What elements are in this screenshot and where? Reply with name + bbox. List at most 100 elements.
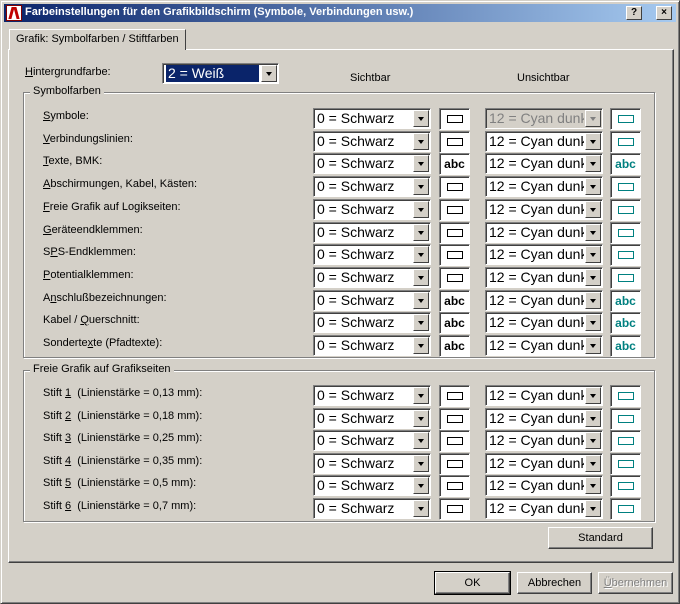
swatch-line-icon [618, 414, 634, 423]
chevron-down-icon[interactable] [413, 132, 429, 150]
chevron-down-icon[interactable] [585, 314, 601, 332]
chevron-down-icon[interactable] [413, 409, 429, 427]
invisible-color-select[interactable]: 12 = Cyan dunkel [485, 312, 603, 334]
row-label: Stift 1 (Linienstärke = 0,13 mm): [43, 387, 203, 399]
chevron-down-icon[interactable] [585, 223, 601, 241]
background-color-label: Hintergrundfarbe: [25, 66, 111, 78]
chevron-down-icon[interactable] [585, 337, 601, 354]
chevron-down-icon[interactable] [585, 291, 601, 309]
invisible-color-select[interactable]: 12 = Cyan dunkel [485, 244, 603, 266]
chevron-down-icon[interactable] [413, 337, 429, 354]
row-label: Freie Grafik auf Logikseiten: [43, 200, 181, 213]
swatch-line-icon [447, 228, 463, 237]
chevron-down-icon[interactable] [413, 110, 429, 127]
column-header-invisible: Unsichtbar [517, 72, 570, 84]
visible-color-select[interactable]: 0 = Schwarz [313, 312, 431, 334]
invisible-color-select[interactable]: 12 = Cyan dunkel [485, 335, 603, 356]
swatch-line-icon [447, 205, 463, 214]
visible-color-swatch: abc [439, 153, 470, 176]
visible-color-select[interactable]: 0 = Schwarz [313, 385, 431, 406]
visible-color-swatch [439, 452, 470, 475]
chevron-down-icon[interactable] [585, 454, 601, 472]
row-label: SPS-Endklemmen: [43, 246, 136, 259]
invisible-color-select[interactable]: 12 = Cyan dunkel [485, 108, 603, 129]
invisible-color-select[interactable]: 12 = Cyan dunkel [485, 475, 603, 497]
visible-color-swatch [439, 108, 470, 130]
chevron-down-icon[interactable] [413, 223, 429, 241]
chevron-down-icon[interactable] [585, 409, 601, 427]
title-bar[interactable]: Farbeinstellungen für den Grafikbildschi… [4, 4, 676, 22]
visible-color-select[interactable]: 0 = Schwarz [313, 244, 431, 266]
visible-color-select[interactable]: 0 = Schwarz [313, 475, 431, 497]
invisible-color-select[interactable]: 12 = Cyan dunkel [485, 289, 603, 311]
row-label: Verbindungslinien: [43, 132, 133, 145]
background-color-select[interactable]: 2 = Weiß [162, 63, 279, 84]
invisible-color-select[interactable]: 12 = Cyan dunkel [485, 130, 603, 152]
chevron-down-icon[interactable] [413, 432, 429, 450]
chevron-down-icon[interactable] [413, 477, 429, 495]
chevron-down-icon[interactable] [585, 178, 601, 196]
visible-color-select[interactable]: 0 = Schwarz [313, 266, 431, 288]
invisible-color-select[interactable]: 12 = Cyan dunkel [485, 153, 603, 175]
tab-symbol-pen-colors[interactable]: Grafik: Symbolfarben / Stiftfarben [9, 29, 186, 50]
chevron-down-icon[interactable] [413, 454, 429, 472]
ok-button[interactable]: OK [434, 571, 511, 595]
chevron-down-icon[interactable] [585, 500, 601, 517]
swatch-text: abc [444, 316, 465, 331]
invisible-color-select[interactable]: 12 = Cyan dunkel [485, 430, 603, 452]
invisible-color-select[interactable]: 12 = Cyan dunkel [485, 407, 603, 429]
invisible-color-swatch [610, 430, 641, 453]
swatch-text: abc [444, 339, 465, 353]
invisible-color-select[interactable]: 12 = Cyan dunkel [485, 452, 603, 474]
chevron-down-icon[interactable] [585, 200, 601, 218]
chevron-down-icon[interactable] [413, 200, 429, 218]
chevron-down-icon[interactable] [585, 268, 601, 286]
visible-color-select[interactable]: 0 = Schwarz [313, 452, 431, 474]
visible-color-select[interactable]: 0 = Schwarz [313, 221, 431, 243]
chevron-down-icon[interactable] [261, 65, 277, 82]
invisible-color-select[interactable]: 12 = Cyan dunkel [485, 385, 603, 406]
visible-color-select[interactable]: 0 = Schwarz [313, 108, 431, 129]
visible-color-swatch: abc [439, 289, 470, 312]
apply-button[interactable]: Übernehmen [598, 572, 673, 594]
invisible-color-select[interactable]: 12 = Cyan dunkel [485, 221, 603, 243]
symbol-colors-title: Symbolfarben [30, 85, 104, 97]
chevron-down-icon[interactable] [413, 155, 429, 173]
visible-color-select[interactable]: 0 = Schwarz [313, 176, 431, 198]
visible-color-select[interactable]: 0 = Schwarz [313, 130, 431, 152]
swatch-line-icon [618, 228, 634, 237]
chevron-down-icon[interactable] [413, 314, 429, 332]
visible-color-select[interactable]: 0 = Schwarz [313, 335, 431, 356]
standard-button[interactable]: Standard [548, 527, 653, 549]
chevron-down-icon[interactable] [585, 110, 601, 127]
chevron-down-icon[interactable] [585, 477, 601, 495]
chevron-down-icon[interactable] [585, 387, 601, 404]
visible-color-select[interactable]: 0 = Schwarz [313, 153, 431, 175]
visible-color-select[interactable]: 0 = Schwarz [313, 407, 431, 429]
invisible-color-select[interactable]: 12 = Cyan dunkel [485, 266, 603, 288]
invisible-color-swatch [610, 475, 641, 498]
visible-color-select[interactable]: 0 = Schwarz [313, 498, 431, 519]
chevron-down-icon[interactable] [413, 387, 429, 404]
chevron-down-icon[interactable] [585, 432, 601, 450]
chevron-down-icon[interactable] [585, 246, 601, 264]
close-icon[interactable]: × [656, 6, 672, 20]
visible-color-select[interactable]: 0 = Schwarz [313, 289, 431, 311]
visible-color-swatch: abc [439, 335, 470, 357]
visible-color-select[interactable]: 0 = Schwarz [313, 198, 431, 220]
chevron-down-icon[interactable] [585, 132, 601, 150]
chevron-down-icon[interactable] [413, 500, 429, 517]
invisible-color-swatch [610, 498, 641, 520]
chevron-down-icon[interactable] [413, 291, 429, 309]
chevron-down-icon[interactable] [413, 268, 429, 286]
context-help-icon[interactable]: ? [626, 6, 642, 20]
chevron-down-icon[interactable] [585, 155, 601, 173]
cancel-button[interactable]: Abbrechen [517, 572, 592, 594]
chevron-down-icon[interactable] [413, 178, 429, 196]
visible-color-select[interactable]: 0 = Schwarz [313, 430, 431, 452]
invisible-color-select[interactable]: 12 = Cyan dunkel [485, 198, 603, 220]
invisible-color-select[interactable]: 12 = Cyan dunkel [485, 176, 603, 198]
chevron-down-icon[interactable] [413, 246, 429, 264]
invisible-color-select[interactable]: 12 = Cyan dunkel [485, 498, 603, 519]
visible-color-swatch [439, 266, 470, 289]
